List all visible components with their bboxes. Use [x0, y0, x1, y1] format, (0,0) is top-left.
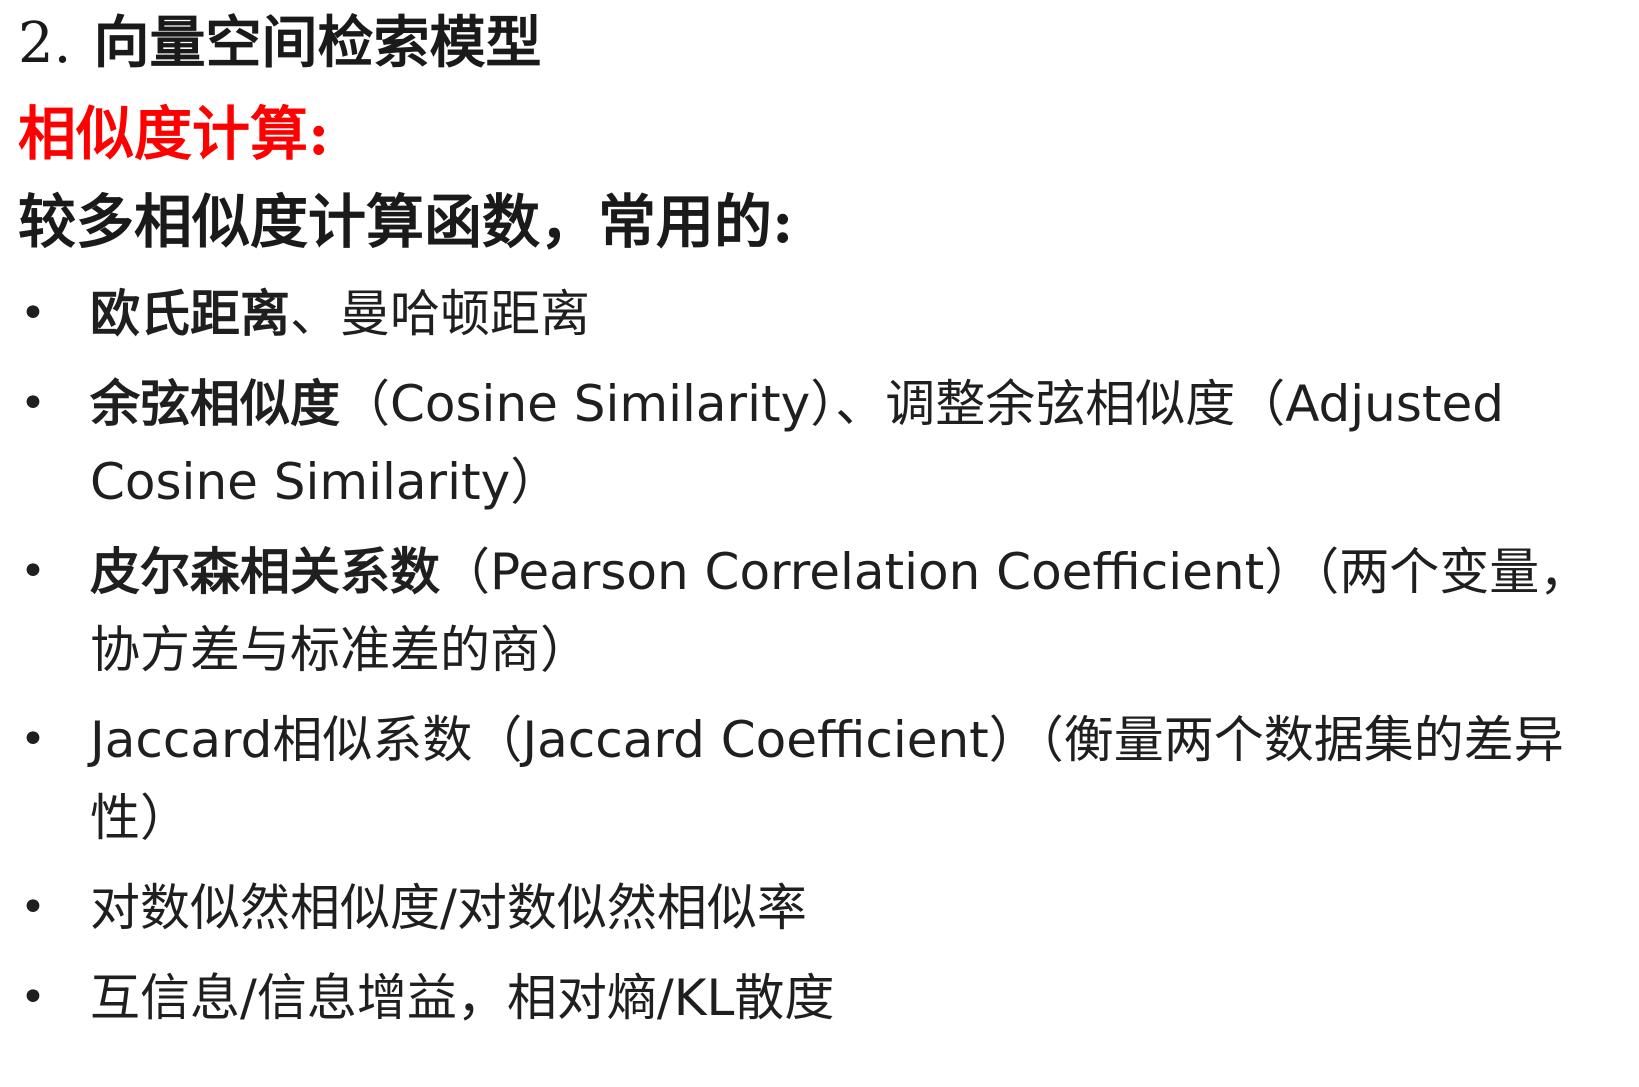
bullet-text: Jaccard相似系数（Jaccard Coefficient）（衡量两个数据集… — [90, 711, 1564, 847]
list-item: • 余弦相似度（Cosine Similarity）、调整余弦相似度（Adjus… — [18, 365, 1618, 521]
intro-text: 较多相似度计算函数，常用的: — [18, 188, 794, 256]
list-item: • 欧氏距离、曼哈顿距离 — [18, 275, 1618, 353]
list-item: • 对数似然相似度/对数似然相似率 — [18, 869, 1618, 947]
bullet-dot: • — [20, 288, 46, 339]
bullet-text: 对数似然相似度/对数似然相似率 — [90, 879, 807, 937]
bullet-dot: • — [20, 546, 46, 597]
bullet-list: • 欧氏距离、曼哈顿距离 • 余弦相似度（Cosine Similarity）、… — [18, 275, 1618, 1049]
heading-text: 向量空间检索模型 — [93, 10, 542, 76]
bullet-strong-text: 欧氏距离 — [90, 284, 290, 343]
list-item: • 互信息/信息增益，相对熵/KL散度 — [18, 959, 1618, 1037]
bullet-dot: • — [20, 882, 46, 933]
bullet-dot: • — [20, 378, 46, 429]
bullet-text: 互信息/信息增益，相对熵/KL散度 — [90, 969, 835, 1027]
bullet-dot: • — [20, 972, 46, 1023]
list-item: • Jaccard相似系数（Jaccard Coefficient）（衡量两个数… — [18, 701, 1618, 857]
heading-number: 2. — [18, 11, 72, 76]
bullet-strong-text: 皮尔森相关系数 — [90, 542, 440, 601]
slide: 2. 向量空间检索模型 相似度计算: 较多相似度计算函数，常用的: • 欧氏距离、… — [0, 0, 1639, 1087]
bullet-text: 、曼哈顿距离 — [290, 285, 590, 343]
bullet-dot: • — [20, 714, 46, 765]
bullet-strong-text: 余弦相似度 — [90, 374, 340, 433]
slide-heading: 2. 向量空间检索模型 — [18, 8, 541, 79]
list-item: • 皮尔森相关系数（Pearson Correlation Coefficien… — [18, 533, 1618, 689]
section-subheading: 相似度计算: — [18, 100, 330, 168]
